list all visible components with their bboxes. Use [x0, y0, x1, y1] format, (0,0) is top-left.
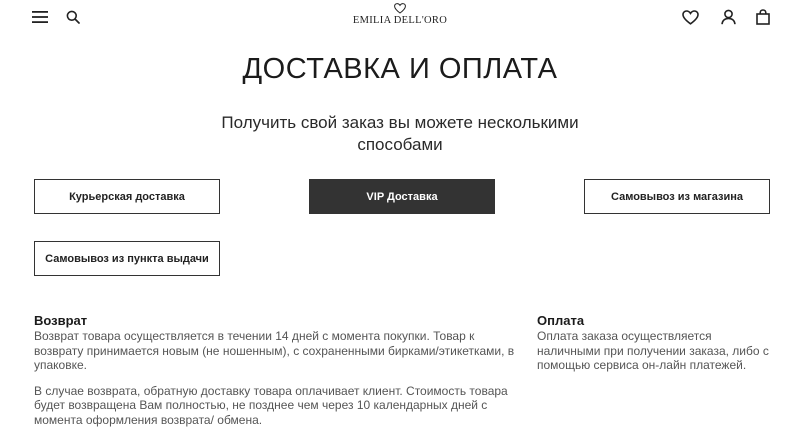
page-title: ДОСТАВКА И ОПЛАТА	[242, 53, 558, 85]
payment-section: Оплата Оплата заказа осуществляется нали…	[537, 313, 777, 373]
return-title: Возврат	[34, 313, 88, 328]
site-header: EMILIA DELL'ORO	[0, 0, 800, 34]
pickup-point-button[interactable]: Самовывоз из пункта выдачи	[34, 241, 220, 276]
page: EMILIA DELL'ORO ДОСТАВКА И ОПЛАТА Получи…	[0, 0, 800, 447]
courier-delivery-button[interactable]: Курьерская доставка	[34, 179, 220, 214]
bag-icon[interactable]	[753, 7, 773, 27]
return-section: Возврат Возврат товара осуществляется в …	[34, 313, 524, 427]
page-subtitle: Получить свой заказ вы можете нескольким…	[221, 113, 579, 154]
payment-title: Оплата	[537, 313, 585, 328]
store-pickup-button[interactable]: Самовывоз из магазина	[584, 179, 770, 214]
return-paragraph-2: В случае возврата, обратную доставку тов…	[34, 383, 508, 427]
payment-paragraph-1: Оплата заказа осуществляется наличными п…	[537, 329, 769, 372]
return-paragraph-1: Возврат товара осуществляется в течении …	[34, 329, 515, 372]
logo-heart-icon	[394, 3, 406, 14]
menu-icon[interactable]	[30, 7, 50, 27]
heart-icon[interactable]	[680, 7, 700, 27]
user-icon[interactable]	[718, 7, 738, 27]
search-icon[interactable]	[63, 7, 83, 27]
vip-delivery-button[interactable]: VIP Доставка	[309, 179, 495, 214]
